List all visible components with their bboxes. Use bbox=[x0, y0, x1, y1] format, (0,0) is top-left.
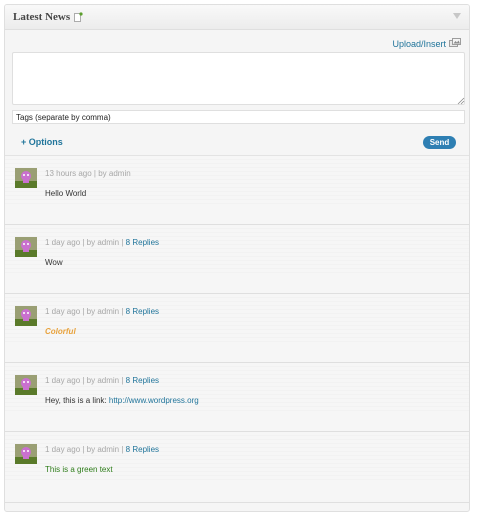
post-body: Hello World bbox=[45, 189, 86, 198]
post-meta: 1 day ago | by admin | 8 Replies bbox=[45, 445, 159, 454]
post-time: 1 day ago bbox=[45, 307, 81, 316]
post-item: 1 day ago | by admin | 8 Replies Hey, th… bbox=[5, 362, 469, 431]
post-by: | by bbox=[91, 169, 109, 178]
message-textarea[interactable] bbox=[12, 52, 465, 105]
resize-grip-icon[interactable] bbox=[457, 97, 465, 105]
post-text: Hey, this is a link: bbox=[45, 396, 109, 405]
latest-news-widget: Latest News Upload/Insert + Options Send bbox=[4, 4, 470, 512]
post-background bbox=[5, 432, 469, 482]
media-upload-icon[interactable] bbox=[449, 38, 461, 49]
post-body: Hey, this is a link: http://www.wordpres… bbox=[45, 396, 199, 405]
avatar[interactable] bbox=[15, 237, 37, 257]
send-button[interactable]: Send bbox=[423, 136, 456, 149]
widget-header[interactable]: Latest News bbox=[5, 5, 469, 30]
post-meta: 13 hours ago | by admin bbox=[45, 169, 131, 178]
post-body: This is a green text bbox=[45, 465, 113, 474]
post-meta: 1 day ago | by admin | 8 Replies bbox=[45, 307, 159, 316]
post-time: 13 hours ago bbox=[45, 169, 92, 178]
post-item: 1 day ago | by admin | 8 Replies Colorfu… bbox=[5, 293, 469, 362]
post-by: | by bbox=[80, 307, 98, 316]
post-body: Colorful bbox=[45, 327, 76, 336]
avatar[interactable] bbox=[15, 375, 37, 395]
post-item: 1 day ago | by admin | 8 Replies Wow bbox=[5, 224, 469, 293]
post-time: 1 day ago bbox=[45, 238, 81, 247]
upload-insert-row: Upload/Insert bbox=[392, 38, 461, 49]
replies-link[interactable]: 8 Replies bbox=[126, 238, 159, 247]
options-link[interactable]: + Options bbox=[21, 137, 63, 147]
post-time: 1 day ago bbox=[45, 376, 81, 385]
post-text: Hello World bbox=[45, 189, 87, 198]
avatar[interactable] bbox=[15, 444, 37, 464]
post-text-green: This is a green text bbox=[45, 465, 113, 474]
post-meta: 1 day ago | by admin | 8 Replies bbox=[45, 238, 159, 247]
post-body: Wow bbox=[45, 258, 63, 267]
post-meta: 1 day ago | by admin | 8 Replies bbox=[45, 376, 159, 385]
post-text: Wow bbox=[45, 258, 63, 267]
post-time: 1 day ago bbox=[45, 445, 81, 454]
post-background bbox=[5, 363, 469, 413]
avatar[interactable] bbox=[15, 168, 37, 188]
post-link[interactable]: http://www.wordpress.org bbox=[109, 396, 199, 405]
collapse-toggle-icon[interactable] bbox=[453, 13, 461, 19]
post-background bbox=[5, 156, 469, 206]
widget-footer-divider bbox=[5, 502, 469, 503]
post-item: 1 day ago | by admin | 8 Replies This is… bbox=[5, 431, 469, 500]
replies-link[interactable]: 8 Replies bbox=[126, 376, 159, 385]
post-item: 13 hours ago | by admin Hello World bbox=[5, 155, 469, 224]
post-author: admin bbox=[97, 307, 120, 316]
tags-input[interactable] bbox=[12, 110, 465, 124]
post-author: admin bbox=[97, 238, 120, 247]
post-author: admin bbox=[97, 445, 120, 454]
post-background bbox=[5, 225, 469, 275]
widget-title: Latest News bbox=[13, 11, 71, 23]
post-author: admin bbox=[108, 169, 131, 178]
post-text-colorful: Colorful bbox=[45, 327, 76, 336]
avatar[interactable] bbox=[15, 306, 37, 326]
post-author: admin bbox=[97, 376, 120, 385]
post-by: | by bbox=[80, 376, 98, 385]
rss-feed-icon[interactable] bbox=[74, 12, 83, 22]
post-background bbox=[5, 294, 469, 344]
upload-insert-link[interactable]: Upload/Insert bbox=[392, 39, 446, 49]
post-by: | by bbox=[80, 445, 98, 454]
replies-link[interactable]: 8 Replies bbox=[126, 307, 159, 316]
replies-link[interactable]: 8 Replies bbox=[126, 445, 159, 454]
post-by: | by bbox=[80, 238, 98, 247]
post-list: 13 hours ago | by admin Hello World 1 da… bbox=[5, 155, 469, 500]
